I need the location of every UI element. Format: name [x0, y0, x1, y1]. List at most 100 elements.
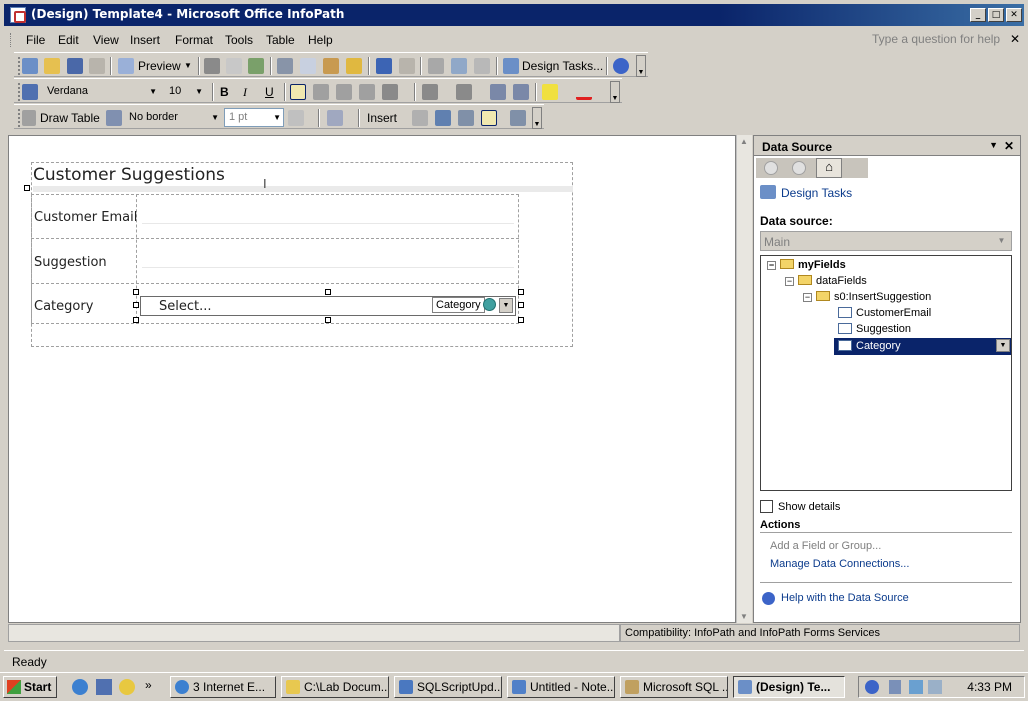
- data-source-select[interactable]: Main ▼: [760, 231, 1012, 251]
- copy-icon[interactable]: [300, 58, 316, 74]
- task-pane-close-icon[interactable]: ✕: [1004, 139, 1014, 153]
- task-lab-documents[interactable]: C:\Lab Docum...: [281, 676, 389, 698]
- infopath-app-icon[interactable]: [10, 7, 26, 23]
- open-icon[interactable]: [44, 58, 60, 74]
- redo-icon[interactable]: [399, 58, 415, 74]
- font-name-select[interactable]: Verdana ▼: [42, 82, 160, 101]
- draw-table-button[interactable]: Draw Table: [40, 111, 100, 125]
- spelling-icon[interactable]: [248, 58, 264, 74]
- task-internet-explorer[interactable]: 3 Internet E...: [170, 676, 276, 698]
- quicklaunch-more-icon[interactable]: »: [145, 678, 152, 692]
- toolbar-options-icon[interactable]: ▼: [610, 81, 620, 103]
- desktop-quicklaunch-icon[interactable]: [96, 679, 112, 695]
- font-color-icon[interactable]: [576, 84, 592, 100]
- task-notepad[interactable]: Untitled - Note...: [507, 676, 615, 698]
- border-width-select[interactable]: 1 pt ▼: [224, 108, 284, 127]
- help-tray-icon[interactable]: [865, 680, 879, 694]
- cut-icon[interactable]: [277, 58, 293, 74]
- customer-email-field[interactable]: [142, 208, 514, 224]
- scroll-up-icon[interactable]: ▲: [740, 137, 748, 146]
- split-cells-icon[interactable]: [435, 110, 451, 126]
- numbering-icon[interactable]: [422, 84, 438, 100]
- ie-quicklaunch-icon[interactable]: [72, 679, 88, 695]
- chevron-down-icon[interactable]: ▼: [994, 233, 1009, 249]
- print-icon[interactable]: [204, 58, 220, 74]
- border-color-icon[interactable]: [288, 110, 304, 126]
- collapse-icon[interactable]: −: [785, 277, 794, 286]
- tree-node-datafields[interactable]: − dataFields: [785, 275, 867, 287]
- border-style-select[interactable]: No border ▼: [124, 108, 222, 127]
- resize-handle[interactable]: [518, 302, 524, 308]
- back-icon[interactable]: [764, 161, 778, 175]
- menu-table[interactable]: Table: [266, 33, 295, 47]
- resize-handle[interactable]: [325, 317, 331, 323]
- chevron-down-icon[interactable]: ▼: [996, 339, 1010, 352]
- delete-table-icon[interactable]: [458, 110, 474, 126]
- resize-handle[interactable]: [133, 289, 139, 295]
- design-tasks-icon[interactable]: [503, 58, 519, 74]
- insert-hyperlink-icon[interactable]: [474, 58, 490, 74]
- styles-icon[interactable]: [22, 84, 38, 100]
- task-sqlscript[interactable]: SQLScriptUpd...: [394, 676, 502, 698]
- tree-node-category[interactable]: Category ▼: [834, 338, 1011, 355]
- draw-table-icon[interactable]: [22, 110, 36, 126]
- format-painter-icon[interactable]: [346, 58, 362, 74]
- save-icon[interactable]: [67, 58, 83, 74]
- show-details-checkbox[interactable]: [760, 500, 773, 513]
- justify-icon[interactable]: [359, 84, 375, 100]
- tree-node-customeremail[interactable]: CustomerEmail: [838, 307, 931, 319]
- toolbar-options-icon[interactable]: ▼: [532, 107, 542, 129]
- close-button[interactable]: ✕: [1006, 8, 1022, 22]
- menu-tools[interactable]: Tools: [225, 33, 253, 47]
- maximize-button[interactable]: □: [988, 8, 1004, 22]
- line-spacing-icon[interactable]: [382, 84, 398, 100]
- align-center-icon[interactable]: [313, 84, 329, 100]
- italic-button[interactable]: I: [243, 85, 247, 100]
- outlook-quicklaunch-icon[interactable]: [119, 679, 135, 695]
- start-button[interactable]: Start: [3, 676, 57, 698]
- tree-node-suggestion[interactable]: Suggestion: [838, 323, 911, 335]
- resize-handle[interactable]: [133, 302, 139, 308]
- decrease-indent-icon[interactable]: [490, 84, 506, 100]
- scroll-down-icon[interactable]: ▼: [740, 612, 748, 621]
- menu-grip[interactable]: [10, 33, 13, 47]
- design-tasks-link[interactable]: Design Tasks: [781, 186, 852, 200]
- preview-dropdown-icon[interactable]: ▼: [184, 61, 192, 70]
- resize-handle[interactable]: [133, 317, 139, 323]
- toolbar-grip[interactable]: [18, 109, 21, 127]
- align-left-icon[interactable]: [290, 84, 306, 100]
- underline-button[interactable]: U: [265, 85, 274, 99]
- table-select-handle[interactable]: [24, 185, 30, 191]
- task-infopath-design[interactable]: (Design) Te...: [733, 676, 845, 698]
- menu-insert[interactable]: Insert: [130, 33, 160, 47]
- task-pane-menu-icon[interactable]: ▼: [989, 140, 998, 150]
- borders-icon[interactable]: [106, 110, 122, 126]
- menu-file[interactable]: File: [26, 33, 45, 47]
- chevron-down-icon[interactable]: ▼: [499, 298, 513, 313]
- collapse-icon[interactable]: −: [803, 293, 812, 302]
- resize-handle[interactable]: [518, 317, 524, 323]
- category-dropdown[interactable]: Select... Category ▼: [140, 296, 516, 316]
- suggestion-field[interactable]: [142, 252, 514, 268]
- forward-icon[interactable]: [792, 161, 806, 175]
- bold-button[interactable]: B: [220, 85, 229, 99]
- form-design-canvas[interactable]: Customer Suggestions I Customer Email Su…: [8, 135, 736, 623]
- toolbar-grip[interactable]: [18, 83, 21, 101]
- increase-indent-icon[interactable]: [513, 84, 529, 100]
- font-size-select[interactable]: 10 ▼: [164, 82, 206, 101]
- add-field-link[interactable]: Add a Field or Group...: [770, 540, 881, 552]
- minimize-button[interactable]: _: [970, 8, 986, 22]
- windows-tray-icon[interactable]: [889, 680, 901, 694]
- insert-table-icon[interactable]: [451, 58, 467, 74]
- menu-format[interactable]: Format: [175, 33, 213, 47]
- form-title[interactable]: Customer Suggestions: [33, 165, 225, 185]
- close-document-icon[interactable]: ✕: [1010, 32, 1020, 46]
- menu-help[interactable]: Help: [308, 33, 333, 47]
- shading-icon[interactable]: [327, 110, 343, 126]
- toolbar-options-icon[interactable]: ▼: [636, 55, 646, 77]
- table-properties-icon[interactable]: [510, 110, 526, 126]
- insert-picture-icon[interactable]: [428, 58, 444, 74]
- align-right-icon[interactable]: [336, 84, 352, 100]
- collapse-icon[interactable]: −: [767, 261, 776, 270]
- volume-tray-icon[interactable]: [928, 680, 942, 694]
